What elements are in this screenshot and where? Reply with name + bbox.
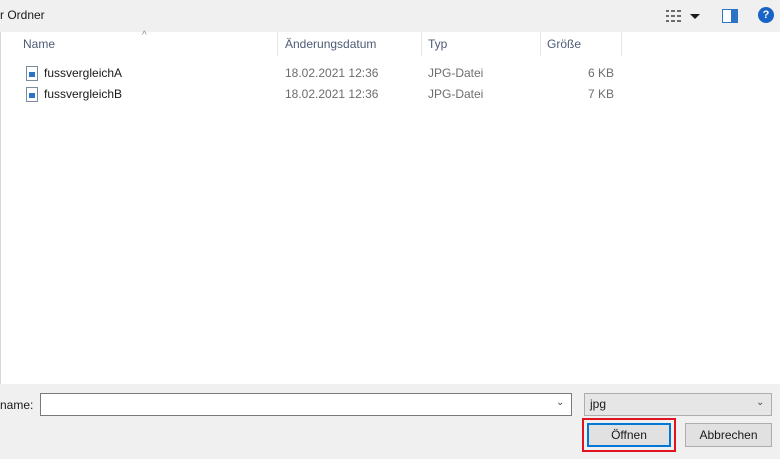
file-row[interactable]: fussvergleichA 18.02.2021 12:36 JPG-Date… <box>1 63 780 84</box>
jpg-file-icon <box>26 66 38 81</box>
file-date: 18.02.2021 12:36 <box>285 87 379 101</box>
file-row[interactable]: fussvergleichB 18.02.2021 12:36 JPG-Date… <box>1 84 780 105</box>
column-size[interactable]: Größe <box>541 32 581 56</box>
file-list[interactable]: Name ^ Änderungsdatum Typ Größe fussverg… <box>0 30 780 384</box>
column-name[interactable]: Name <box>17 32 55 56</box>
file-date: 18.02.2021 12:36 <box>285 66 379 80</box>
view-dropdown-icon[interactable] <box>689 9 701 23</box>
file-name: fussvergleichA <box>44 66 123 80</box>
cancel-button[interactable]: Abbrechen <box>685 423 772 447</box>
column-type[interactable]: Typ <box>422 32 447 56</box>
filename-input[interactable] <box>40 393 572 416</box>
chevron-down-icon[interactable]: ⌄ <box>756 397 764 408</box>
column-divider[interactable] <box>277 32 278 56</box>
filetype-select[interactable]: jpg <box>584 393 772 416</box>
preview-pane-icon[interactable] <box>722 9 738 23</box>
column-date[interactable]: Änderungsdatum <box>279 32 376 56</box>
dialog-footer: name: ⌄ jpg ⌄ Öffnen Abbrechen <box>0 384 780 459</box>
file-size: 6 KB <box>587 66 614 80</box>
file-size: 7 KB <box>587 87 614 101</box>
toolbar: r Ordner ? <box>0 0 780 32</box>
chevron-down-icon[interactable]: ⌄ <box>556 397 568 409</box>
help-icon[interactable]: ? <box>758 7 774 23</box>
file-type: JPG-Datei <box>428 66 484 80</box>
sort-up-icon: ^ <box>142 30 147 41</box>
new-folder-button[interactable]: r Ordner <box>0 8 45 22</box>
open-button[interactable]: Öffnen <box>587 423 671 447</box>
details-view-icon[interactable] <box>666 9 682 23</box>
file-name: fussvergleichB <box>44 87 123 101</box>
file-type: JPG-Datei <box>428 87 484 101</box>
filename-label: name: <box>0 398 34 412</box>
jpg-file-icon <box>26 87 38 102</box>
column-header: Name ^ Änderungsdatum Typ Größe <box>1 30 780 56</box>
column-divider[interactable] <box>621 32 622 56</box>
